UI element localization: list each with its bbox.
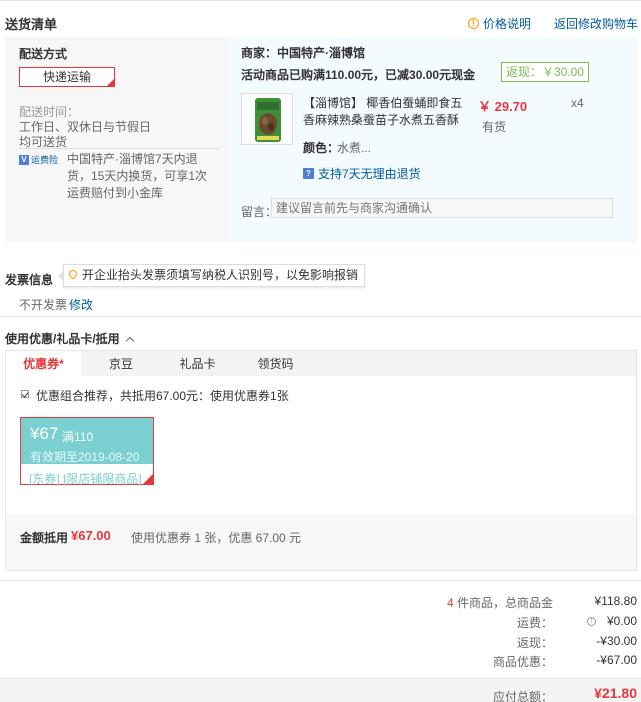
coupon-scope: [东券] [限店铺限商品] bbox=[29, 472, 142, 486]
coupon-amount: ¥67 bbox=[30, 424, 59, 443]
combo-checkbox[interactable] bbox=[21, 390, 29, 398]
coupon-section-title: 使用优惠/礼品卡/抵用 bbox=[5, 332, 120, 346]
product-thumbnail-icon bbox=[242, 94, 292, 144]
shipping-method-button[interactable]: 快递运输 bbox=[19, 67, 115, 87]
coupon-sum-value: ¥67.00 bbox=[71, 528, 111, 543]
insurance-icon: V bbox=[19, 154, 29, 165]
shipping-divider bbox=[19, 148, 219, 149]
tooltip-tail bbox=[58, 271, 64, 281]
coupon-validity: 有效期至2019-08-20 bbox=[30, 450, 140, 464]
tab-jingdou[interactable]: 京豆 bbox=[86, 351, 156, 377]
product-image[interactable] bbox=[241, 93, 293, 145]
return-policy-label: 支持7天无理由退货 bbox=[318, 167, 421, 181]
tab-gift-card[interactable]: 礼品卡 bbox=[160, 351, 235, 377]
total-goods-label: 4 件商品，总商品金 bbox=[447, 594, 553, 611]
discount-value: -¥67.00 bbox=[596, 653, 637, 667]
invoice-tooltip: 开企业抬头发票须填写纳税人识别号，以免影响报销 bbox=[58, 264, 366, 287]
memo-input[interactable] bbox=[271, 198, 613, 218]
totals-divider bbox=[0, 580, 641, 581]
total-goods-value: ¥118.80 bbox=[594, 594, 638, 608]
invoice-value: 不开发票 bbox=[19, 298, 68, 312]
promo-text: 活动商品已购满110.00元，已减30.00元现金 bbox=[241, 68, 476, 82]
insurance-description: 中国特产·淄博馆7天内退货，15天内换货，可享1次运费赔付到小金库 bbox=[67, 152, 208, 200]
return-policy-icon: ? bbox=[303, 168, 314, 179]
coupon-sum-label: 金额抵用 bbox=[20, 531, 69, 545]
product-color-value: 水煮... bbox=[337, 141, 372, 155]
shipping-insurance-badge[interactable]: V 运费险 bbox=[19, 153, 58, 166]
info-icon[interactable]: ! bbox=[587, 617, 596, 626]
merchant-name: 商家：中国特产·淄博馆 bbox=[241, 46, 365, 60]
product-stock: 有货 bbox=[482, 120, 507, 134]
selected-corner-icon bbox=[143, 474, 153, 484]
product-name-link[interactable]: 【淄博馆】 椰香伯蚕蛹即食五香麻辣熟桑蚕苗子水煮五香酥 bbox=[303, 95, 465, 129]
coupon-section-toggle[interactable]: 使用优惠/礼品卡/抵用 bbox=[5, 330, 134, 347]
rebate-label: 返现： bbox=[516, 636, 553, 650]
shipping-method-label: 配送方式 bbox=[19, 47, 68, 61]
price-note-link[interactable]: ! 价格说明 bbox=[468, 15, 531, 32]
product-color-label: 颜色： bbox=[303, 141, 340, 155]
invoice-title: 发票信息 bbox=[5, 273, 54, 287]
location-pin-icon bbox=[67, 268, 79, 280]
product-quantity: x4 bbox=[571, 96, 584, 110]
combo-text: 优惠组合推荐，共抵用67.00元：使用优惠券1张 bbox=[36, 389, 289, 403]
chevron-up-icon bbox=[125, 336, 134, 345]
tab-coupon[interactable]: 优惠券* bbox=[6, 351, 81, 377]
discount-label: 商品优惠： bbox=[492, 655, 553, 669]
coupon-sum-description: 使用优惠券 1 张，优惠 67.00 元 bbox=[131, 531, 302, 545]
tab-pickup-code[interactable]: 领货码 bbox=[238, 351, 313, 377]
section-title: 送货清单 bbox=[5, 17, 58, 32]
insurance-label: 运费险 bbox=[31, 155, 59, 165]
payable-label: 应付总额： bbox=[492, 690, 553, 702]
coupon-condition: 满110 bbox=[62, 430, 94, 444]
shipping-fee-label: 运费： bbox=[516, 616, 553, 630]
return-policy-link[interactable]: ? 支持7天无理由退货 bbox=[303, 165, 421, 182]
shipping-method-value: 快递运输 bbox=[42, 70, 91, 84]
info-icon: ! bbox=[468, 18, 479, 29]
back-to-cart-link[interactable]: 返回修改购物车 bbox=[554, 15, 638, 32]
top-divider bbox=[0, 0, 641, 1]
rebate-tag: 返现：￥30.00 bbox=[501, 62, 589, 82]
total-item-count: 4 bbox=[446, 596, 454, 610]
invoice-divider bbox=[0, 316, 641, 317]
invoice-tip-text: 开企业抬头发票须填写纳税人识别号，以免影响报销 bbox=[82, 268, 359, 282]
price-note-label: 价格说明 bbox=[483, 17, 532, 31]
payable-value: ¥21.80 bbox=[594, 685, 637, 701]
invoice-edit-link[interactable]: 修改 bbox=[69, 296, 93, 313]
rebate-value: -¥30.00 bbox=[596, 634, 637, 648]
selected-corner-icon bbox=[107, 79, 114, 86]
total-goods-text: 件商品，总商品金 bbox=[453, 596, 553, 610]
product-price: ￥ 29.70 bbox=[478, 99, 528, 114]
shipping-fee-value: ¥0.00 bbox=[606, 614, 637, 628]
